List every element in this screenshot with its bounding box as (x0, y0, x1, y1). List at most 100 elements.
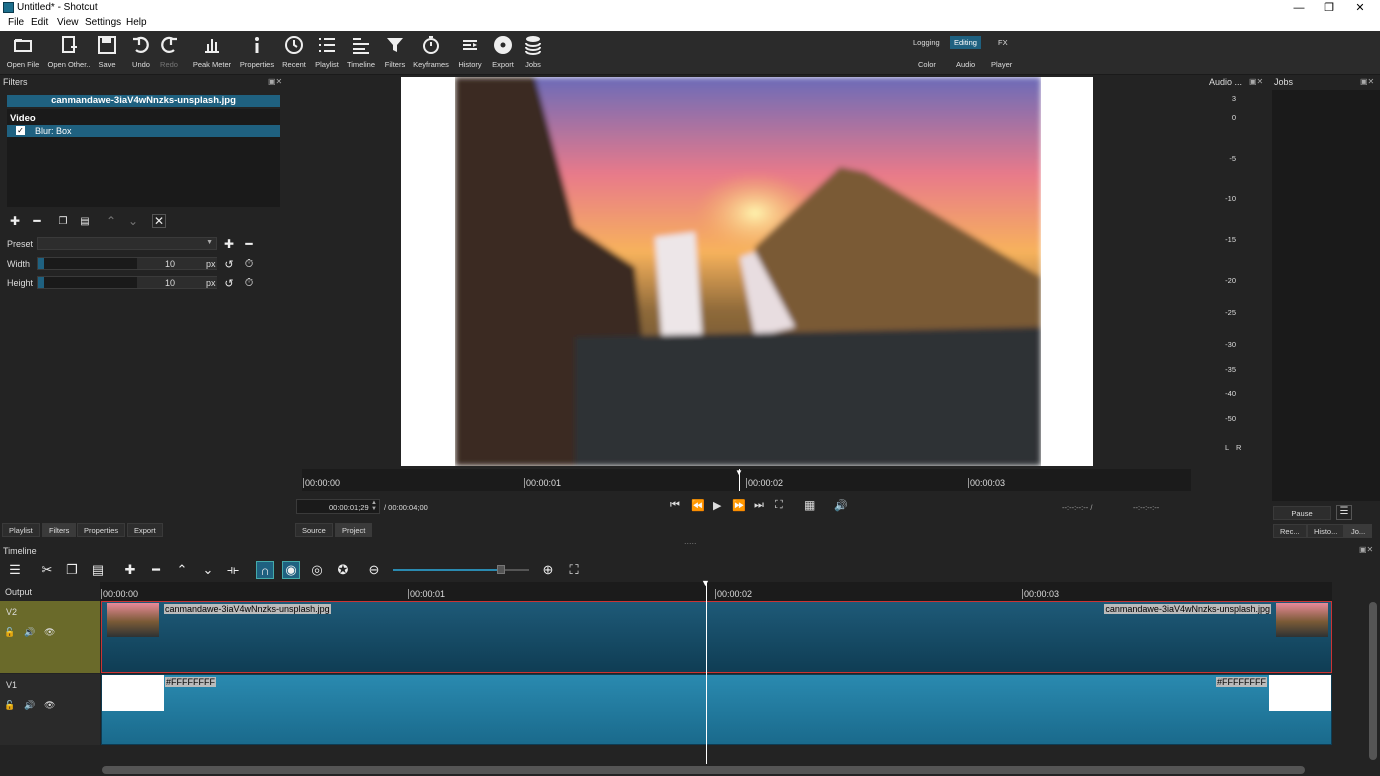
maximize-button[interactable]: ❐ (1314, 0, 1344, 16)
layout-audio[interactable]: Audio (952, 58, 979, 71)
split-icon[interactable]: ⟛ (224, 561, 242, 579)
panel-float-close-icon[interactable]: ▣✕ (1360, 77, 1374, 86)
rewind-icon[interactable]: ⏪ (691, 499, 705, 512)
clip-v1-color[interactable]: #FFFFFFFF #FFFFFFFF (101, 674, 1332, 745)
grid-icon[interactable]: ▦ (804, 498, 815, 512)
tab-project[interactable]: Project (335, 523, 373, 537)
move-down-icon[interactable]: ⌄ (126, 214, 140, 228)
tab-history[interactable]: Histo... (1307, 524, 1345, 538)
skip-to-start-icon[interactable]: ⏮ (670, 499, 680, 512)
panel-float-close-icon[interactable]: ▣✕ (1249, 77, 1263, 86)
snap-icon[interactable]: ∩ (256, 561, 274, 579)
scrub-icon[interactable]: ◉ (282, 561, 300, 579)
timeline-playhead[interactable] (706, 582, 707, 764)
width-slider[interactable]: 10 px (37, 257, 217, 270)
ripple-all-icon[interactable]: ✪ (334, 561, 352, 579)
menu-settings[interactable]: Settings (85, 17, 121, 28)
checkbox-icon[interactable]: ✓ (16, 126, 25, 135)
tab-filters[interactable]: Filters (42, 523, 77, 537)
redo-button[interactable]: Redo (147, 35, 191, 73)
width-reset-icon[interactable]: ↺ (222, 257, 236, 271)
zoom-slider[interactable] (393, 565, 529, 574)
width-unit: px (206, 259, 216, 269)
cut-icon[interactable]: ✂ (38, 561, 56, 579)
eye-icon[interactable]: 👁 (44, 627, 55, 638)
add-preset-icon[interactable]: ✚ (222, 237, 236, 251)
jobs-button[interactable]: Jobs (511, 35, 555, 73)
menu-view[interactable]: View (57, 17, 79, 28)
move-up-icon[interactable]: ⌃ (104, 214, 118, 228)
append-icon[interactable]: ✚ (121, 561, 139, 579)
paste-icon[interactable]: ▤ (89, 561, 107, 579)
minimize-button[interactable]: — (1284, 0, 1314, 16)
zoom-slider-handle[interactable] (497, 565, 505, 574)
fast-forward-icon[interactable]: ⏩ (732, 499, 746, 512)
timeline-vertical-scrollbar[interactable] (1369, 602, 1377, 760)
zoom-out-icon[interactable]: ⊖ (365, 561, 383, 579)
menu-help[interactable]: Help (126, 17, 147, 28)
timeline-horizontal-scrollbar[interactable] (102, 766, 1305, 774)
height-spinbox[interactable]: 10 px (137, 277, 217, 288)
height-reset-icon[interactable]: ↺ (222, 276, 236, 290)
panel-float-close-icon[interactable]: ▣✕ (268, 77, 282, 86)
menu-edit[interactable]: Edit (31, 17, 48, 28)
mute-icon[interactable]: 🔊 (24, 627, 35, 638)
close-button[interactable]: ✕ (1345, 0, 1375, 16)
ripple-icon[interactable]: ◎ (308, 561, 326, 579)
panel-float-close-icon[interactable]: ▣✕ (1359, 545, 1373, 554)
current-time-field[interactable]: 00:00:01;29 ▲ ▼ (296, 499, 380, 514)
layout-editing[interactable]: Editing (950, 36, 981, 49)
audio-scale-label: -10 (1225, 194, 1236, 203)
volume-icon[interactable]: 🔊 (834, 499, 848, 512)
tab-recent[interactable]: Rec... (1273, 524, 1307, 538)
clip-v2-image[interactable]: canmandawe-3iaV4wNnzks-unsplash.jpg canm… (101, 601, 1332, 673)
tab-jobs[interactable]: Jo... (1344, 524, 1373, 538)
spin-arrows-icon[interactable]: ▲ ▼ (371, 500, 377, 512)
zoom-icon[interactable]: ⛶ (775, 499, 783, 512)
filter-item-blur-box[interactable]: ✓ Blur: Box (7, 125, 280, 137)
layout-logging[interactable]: Logging (909, 36, 944, 49)
zoom-in-icon[interactable]: ⊕ (539, 561, 557, 579)
overwrite-icon[interactable]: ⌄ (199, 561, 217, 579)
eye-icon[interactable]: 👁 (44, 700, 55, 711)
keyframes-button[interactable]: Keyframes (409, 35, 453, 73)
remove-filter-icon[interactable]: ━ (30, 214, 44, 228)
deselect-icon[interactable]: ✕ (152, 214, 166, 228)
lock-icon[interactable]: 🔓 (4, 627, 15, 638)
lift-icon[interactable]: ⌃ (173, 561, 191, 579)
play-icon[interactable]: ▶ (713, 499, 721, 512)
track-header-v2[interactable]: V2 🔓 🔊 👁 (0, 601, 100, 673)
menu-icon[interactable]: ☰ (1336, 505, 1352, 520)
timeline-menu-icon[interactable]: ☰ (6, 561, 24, 579)
peak-meter-button[interactable]: Peak Meter (190, 35, 234, 73)
paste-icon[interactable]: ▤ (78, 214, 92, 228)
menu-file[interactable]: File (8, 17, 24, 28)
layout-player[interactable]: Player (987, 58, 1016, 71)
layout-color[interactable]: Color (914, 58, 940, 71)
tab-playlist[interactable]: Playlist (2, 523, 40, 537)
remove-preset-icon[interactable]: ━ (242, 237, 256, 251)
timeline-ruler[interactable]: 00:00:00 00:00:01 00:00:02 00:00:03 (100, 582, 1332, 601)
layout-fx[interactable]: FX (994, 36, 1012, 49)
zoom-fit-icon[interactable]: ⛶ (565, 561, 583, 579)
tab-source[interactable]: Source (295, 523, 333, 537)
lock-icon[interactable]: 🔓 (4, 700, 15, 711)
remove-icon[interactable]: ━ (147, 561, 165, 579)
height-keyframe-icon[interactable]: ⏱ (242, 276, 256, 290)
tab-export[interactable]: Export (127, 523, 163, 537)
track-header-v1[interactable]: V1 🔓 🔊 👁 (0, 674, 100, 745)
height-slider[interactable]: 10 px (37, 276, 217, 289)
copy-icon[interactable]: ❐ (56, 214, 70, 228)
open-file-button[interactable]: Open File (1, 35, 45, 73)
player-ruler[interactable]: 00:00:00 00:00:01 00:00:02 00:00:03 ▼ (302, 468, 1191, 491)
add-filter-icon[interactable]: ✚ (8, 214, 22, 228)
video-preview[interactable] (401, 77, 1093, 466)
preset-select[interactable]: ▼ (37, 237, 217, 250)
width-keyframe-icon[interactable]: ⏱ (242, 257, 256, 271)
tab-properties[interactable]: Properties (77, 523, 126, 537)
pause-button[interactable]: Pause (1273, 506, 1331, 520)
copy-icon[interactable]: ❐ (63, 561, 81, 579)
width-spinbox[interactable]: 10 px (137, 258, 217, 269)
skip-to-end-icon[interactable]: ⏭ (754, 499, 764, 512)
mute-icon[interactable]: 🔊 (24, 700, 35, 711)
